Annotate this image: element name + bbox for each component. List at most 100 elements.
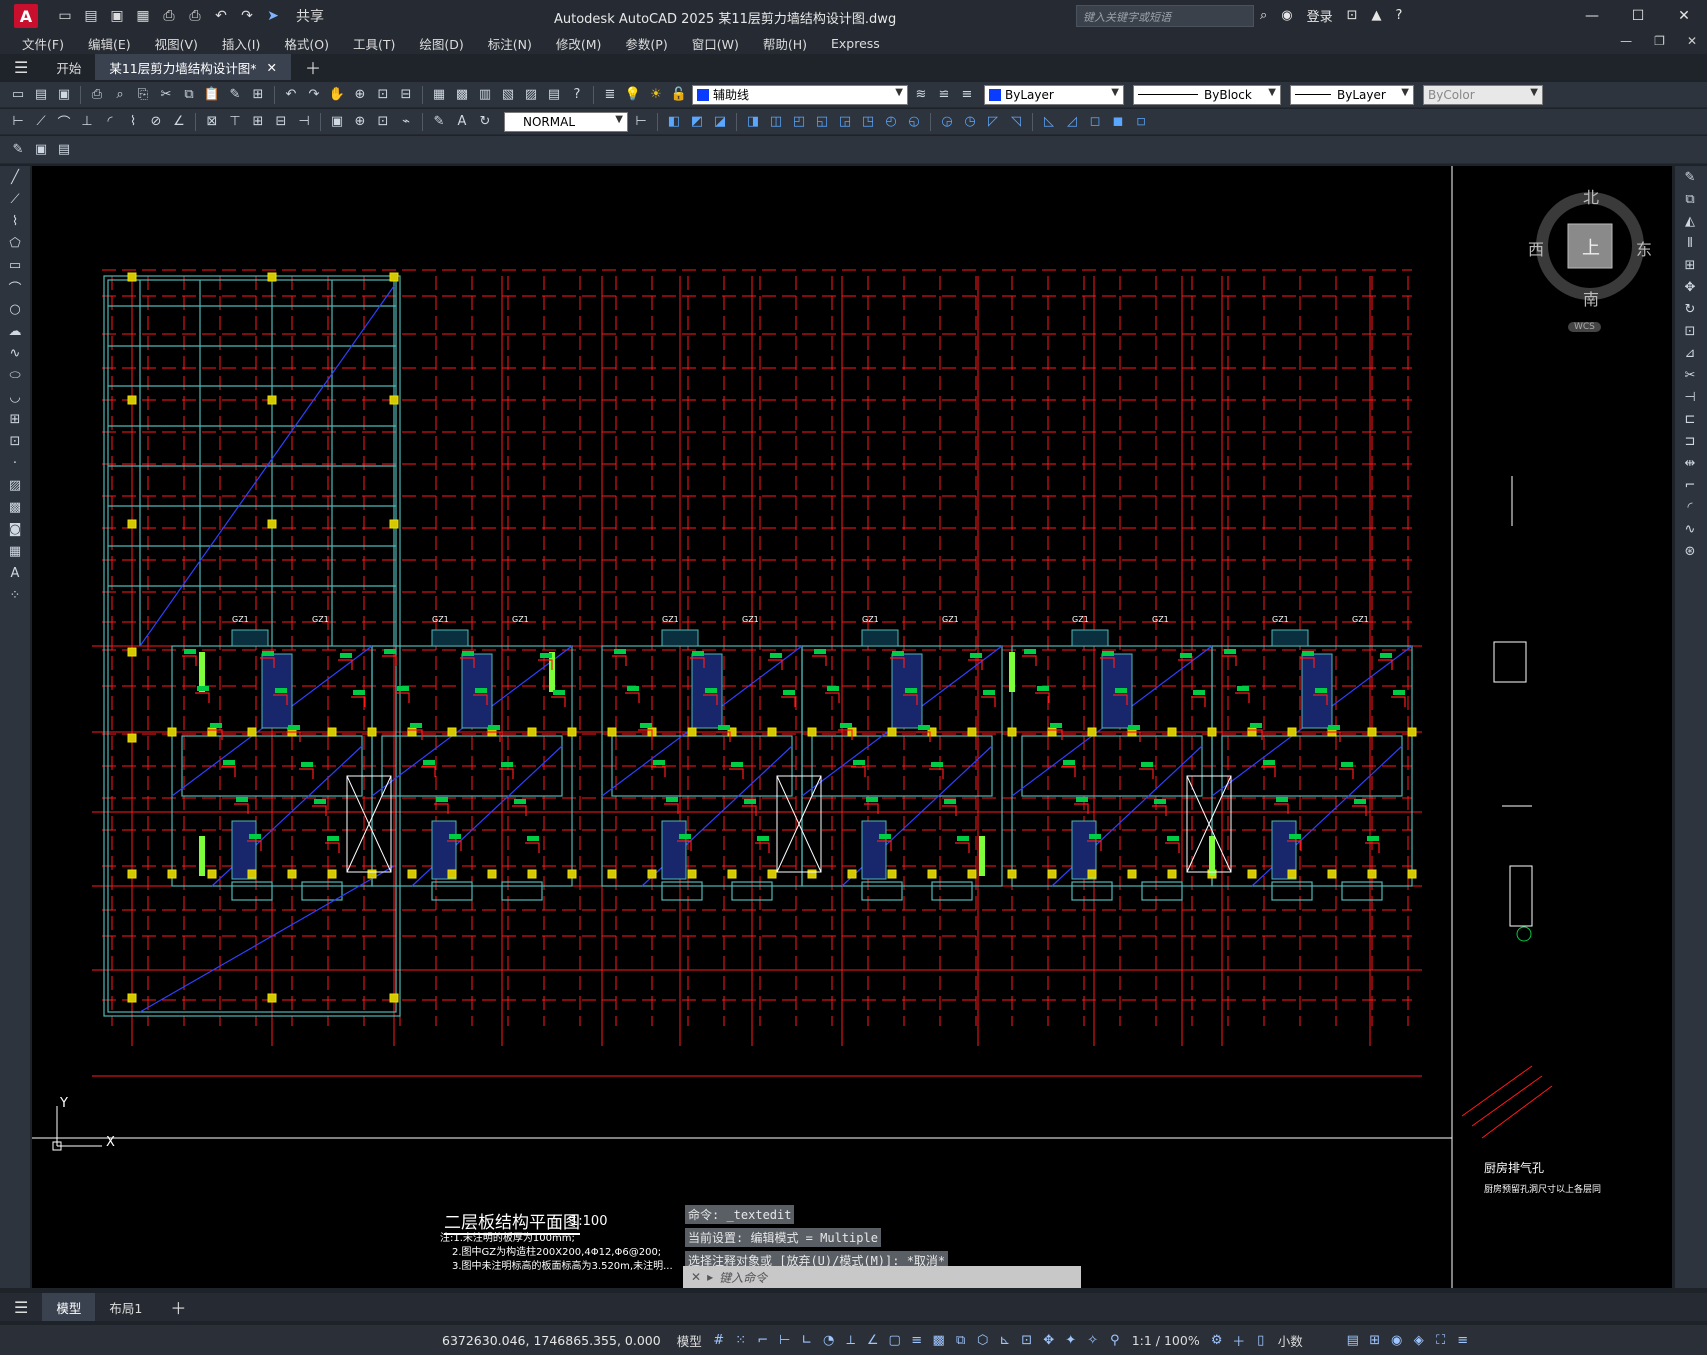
preview-icon[interactable]: ⌕ — [110, 85, 130, 105]
extend-icon[interactable]: ⊣ — [1675, 386, 1705, 408]
new-tab-button[interactable]: ＋ — [291, 54, 335, 80]
ucs-previous-icon[interactable]: ◻ — [1085, 112, 1105, 132]
fillet-icon[interactable]: ◜ — [1675, 496, 1705, 518]
inspect-icon[interactable]: ⊡ — [373, 112, 393, 132]
tab-model[interactable]: 模型 — [42, 1293, 96, 1321]
layer-on-icon[interactable]: 💡 — [623, 85, 643, 105]
polygon-icon[interactable]: ⬠ — [0, 232, 30, 254]
dim-space-icon[interactable]: ⊟ — [271, 112, 291, 132]
share-button[interactable]: 共享 — [296, 7, 324, 25]
section-icon[interactable]: ◴ — [881, 112, 901, 132]
match-prop-icon[interactable]: ✎ — [225, 85, 245, 105]
erase-icon[interactable]: ✎ — [1675, 166, 1705, 188]
add-icon[interactable]: ＋ — [1228, 1329, 1250, 1351]
paste-icon[interactable]: 📋 — [202, 85, 222, 105]
properties-icon[interactable]: ▦ — [429, 85, 449, 105]
units-dropdown[interactable]: 小数 — [1272, 1331, 1342, 1350]
table-icon[interactable]: ▦ — [0, 540, 30, 562]
command-input[interactable]: ✕ ▸ 键入命令 — [683, 1266, 1081, 1288]
selection-filter-icon[interactable]: ⊡ — [1016, 1329, 1038, 1351]
autocad-logo[interactable]: A — [14, 4, 38, 28]
autodesk-icon[interactable]: ▲ — [1372, 8, 1382, 23]
center-mark-icon[interactable]: ⊕ — [350, 112, 370, 132]
tolerance-icon[interactable]: ▣ — [327, 112, 347, 132]
infer-constraints-icon[interactable]: ⌐ — [752, 1329, 774, 1351]
dimstyle-dropdown[interactable]: NORMAL ▼ — [504, 111, 628, 132]
mirror-icon[interactable]: ◭ — [1675, 210, 1705, 232]
grid-icon[interactable]: # — [708, 1329, 730, 1351]
share-icon[interactable]: ➤ — [264, 7, 282, 25]
3d-osnap-icon[interactable]: ⬡ — [972, 1329, 994, 1351]
coordinate-readout[interactable]: 6372630.046, 1746865.355, 0.000 — [442, 1333, 661, 1348]
linear-dim-icon[interactable]: ⊢ — [8, 112, 28, 132]
ucs-object-icon[interactable]: ◽ — [1131, 112, 1151, 132]
menu-window[interactable]: 窗口(W) — [680, 34, 751, 53]
ucs-face-icon[interactable]: ◼ — [1108, 112, 1128, 132]
ordinate-dim-icon[interactable]: ⊥ — [77, 112, 97, 132]
units-icon[interactable]: ▯ — [1250, 1329, 1272, 1351]
model-space-button[interactable]: 模型 — [671, 1331, 708, 1350]
offset-icon[interactable]: ⫴ — [1675, 232, 1705, 254]
isodraft-icon[interactable]: ⟂ — [840, 1329, 862, 1351]
menu-parametric[interactable]: 参数(P) — [613, 34, 679, 53]
doc-close-icon[interactable]: ✕ — [1687, 34, 1697, 48]
ucs-world-icon[interactable]: ◿ — [1062, 112, 1082, 132]
user-icon[interactable]: ◉ — [1281, 8, 1292, 23]
wcs-menu[interactable]: WCS — [1568, 322, 1601, 332]
quick-dim-icon[interactable]: ⊠ — [202, 112, 222, 132]
calculator-icon[interactable]: ▤ — [544, 85, 564, 105]
minimize-icon[interactable]: — — [1569, 0, 1615, 32]
explode-icon[interactable]: ⊛ — [1675, 540, 1705, 562]
polyline-icon[interactable]: ⌇ — [0, 210, 30, 232]
menu-help[interactable]: 帮助(H) — [751, 34, 819, 53]
blend-icon[interactable]: ∿ — [1675, 518, 1705, 540]
ellipse-icon[interactable]: ⬭ — [0, 364, 30, 386]
menu-view[interactable]: 视图(V) — [143, 34, 210, 53]
menu-express[interactable]: Express — [819, 36, 892, 51]
help-icon[interactable]: ? — [567, 85, 587, 105]
color-dropdown[interactable]: ByLayer ▼ — [984, 84, 1124, 105]
menu-file[interactable]: 文件(F) — [10, 34, 76, 53]
viewcube-top-face[interactable]: 上 — [1582, 234, 1600, 260]
open-icon[interactable]: ▤ — [31, 85, 51, 105]
menu-dimension[interactable]: 标注(N) — [476, 34, 544, 53]
materials-icon[interactable]: ◸ — [983, 112, 1003, 132]
jogged-dim-icon[interactable]: ⌇ — [123, 112, 143, 132]
jogged-linear-icon[interactable]: ⌁ — [396, 112, 416, 132]
menu-format[interactable]: 格式(O) — [272, 34, 341, 53]
gear-icon[interactable]: ⚙ — [1206, 1329, 1228, 1351]
isolate-objects-icon[interactable]: ◉ — [1386, 1329, 1408, 1351]
arc-length-icon[interactable]: ⌒ — [54, 112, 74, 132]
aligned-dim-icon[interactable]: ⟋ — [31, 112, 51, 132]
block-attribute-icon[interactable]: ▣ — [31, 140, 51, 160]
ortho-icon[interactable]: ∟ — [796, 1329, 818, 1351]
zoom-previous-icon[interactable]: ⊟ — [396, 85, 416, 105]
make-current-icon[interactable]: ≋ — [911, 85, 931, 105]
attribute-manager-icon[interactable]: ▤ — [54, 140, 74, 160]
baseline-dim-icon[interactable]: ⊤ — [225, 112, 245, 132]
gizmo-icon[interactable]: ✥ — [1038, 1329, 1060, 1351]
add-selected-icon[interactable]: ⁘ — [0, 584, 30, 606]
menu-insert[interactable]: 插入(I) — [210, 34, 272, 53]
auto-scale-icon[interactable]: ✧ — [1082, 1329, 1104, 1351]
print-icon[interactable]: ⎙ — [186, 7, 204, 25]
lights-icon[interactable]: ◹ — [1006, 112, 1026, 132]
maximize-icon[interactable]: ☐ — [1615, 0, 1661, 32]
login-button[interactable]: 登录 — [1307, 6, 1333, 25]
trim-icon[interactable]: ✂ — [1675, 364, 1705, 386]
undo-icon[interactable]: ↶ — [281, 85, 301, 105]
compass-south[interactable]: 南 — [1583, 286, 1599, 310]
solid-wedge-icon[interactable]: ◩ — [687, 112, 707, 132]
polar-icon[interactable]: ◔ — [818, 1329, 840, 1351]
insert-block-icon[interactable]: ⊞ — [0, 408, 30, 430]
design-center-icon[interactable]: ▩ — [452, 85, 472, 105]
help-icon[interactable]: ? — [1396, 8, 1403, 23]
arc-icon[interactable]: ⌒ — [0, 276, 30, 298]
redo-icon[interactable]: ↷ — [238, 7, 256, 25]
compass-north[interactable]: 北 — [1583, 184, 1599, 208]
save-as-icon[interactable]: ▦ — [134, 7, 152, 25]
transparency-icon[interactable]: ▩ — [928, 1329, 950, 1351]
lock-ui-icon[interactable]: ⊞ — [1364, 1329, 1386, 1351]
dim-text-edit-icon[interactable]: A — [452, 112, 472, 132]
zoom-realtime-icon[interactable]: ⊕ — [350, 85, 370, 105]
